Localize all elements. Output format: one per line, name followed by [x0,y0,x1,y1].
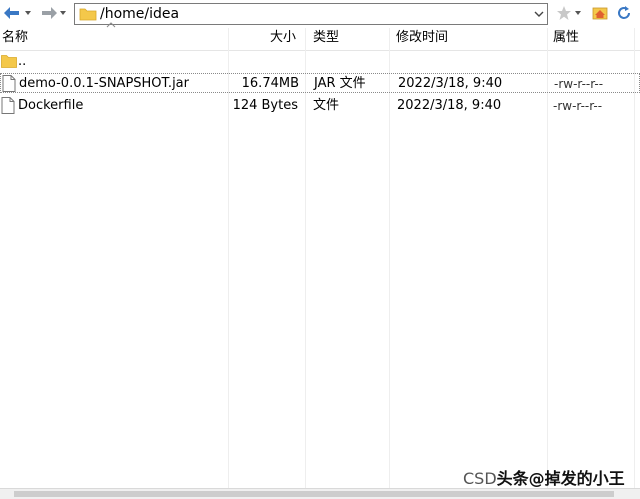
chevron-down-icon[interactable] [59,5,67,21]
star-icon[interactable] [556,5,572,21]
home-icon[interactable] [592,5,608,21]
file-size: 124 Bytes [232,98,298,113]
watermark-main: 头条@掉发的小王 [496,469,625,488]
back-arrow-icon [4,7,19,19]
folder-icon [79,8,97,21]
address-path[interactable]: /home/idea [100,5,179,23]
file-size: 16.74MB [241,76,299,91]
forward-button[interactable] [37,4,67,22]
chevron-down-icon[interactable] [24,5,32,21]
file-modified: 2022/3/18, 9:40 [397,98,502,113]
folder-icon [1,55,17,68]
file-attributes: -rw-r--r-- [554,77,604,91]
address-bar[interactable]: /home/idea [74,3,548,25]
file-attributes: -rw-r--r-- [553,99,603,113]
file-name: Dockerfile [18,98,84,113]
watermark: CSD头条@掉发的小王 [463,465,625,489]
column-header-type[interactable]: 类型 [313,28,339,50]
parent-directory-row[interactable]: .. [0,52,640,72]
column-header: 名称 大小 类型 修改时间 属性 [0,28,640,51]
file-browser-window: /home/idea 名称 大小 类型 修改时间 属性 .. demo-0.0.… [0,0,640,499]
file-icon [2,75,16,92]
sort-ascending-icon [106,22,116,28]
refresh-icon[interactable] [616,5,632,21]
file-type: JAR 文件 [314,76,366,91]
file-name: demo-0.0.1-SNAPSHOT.jar [19,76,189,91]
chevron-down-icon[interactable] [534,9,544,19]
column-header-attributes[interactable]: 属性 [553,28,579,50]
parent-directory-label: .. [18,54,27,69]
file-modified: 2022/3/18, 9:40 [398,76,503,91]
file-type: 文件 [313,98,340,113]
back-button[interactable] [2,4,32,22]
forward-arrow-icon [42,7,57,19]
toolbar: /home/idea [0,0,640,28]
chevron-down-icon[interactable] [574,5,582,21]
table-row[interactable]: Dockerfile 124 Bytes 文件 2022/3/18, 9:40 … [0,96,640,116]
watermark-prefix: CSD [463,469,497,488]
column-header-modified[interactable]: 修改时间 [396,28,448,50]
scrollbar-thumb[interactable] [14,491,614,497]
file-icon [1,97,15,114]
horizontal-scrollbar[interactable] [0,488,640,499]
column-header-size[interactable]: 大小 [270,28,296,50]
column-header-name[interactable]: 名称 [2,28,28,50]
table-row[interactable]: demo-0.0.1-SNAPSHOT.jar 16.74MB JAR 文件 2… [0,73,640,93]
